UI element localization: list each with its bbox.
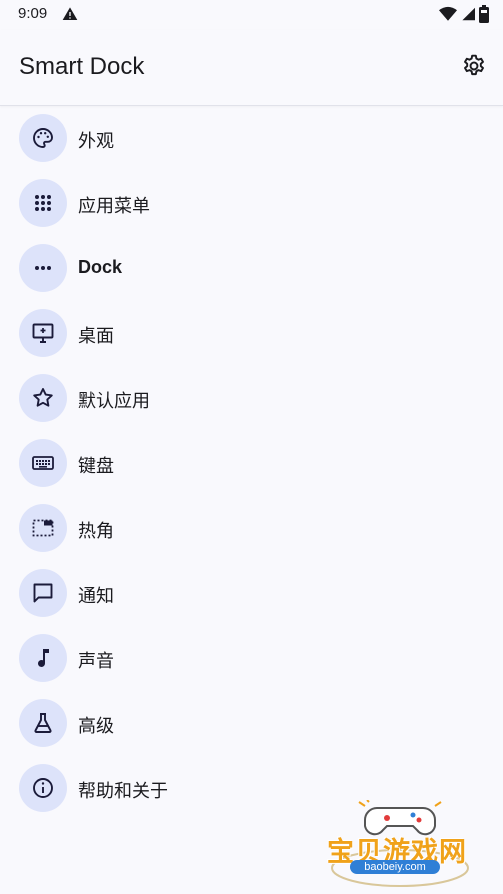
status-bar: 9:09 xyxy=(0,0,503,30)
menu-item-label: 声音 xyxy=(78,651,114,672)
menu-item-label: 通知 xyxy=(78,586,114,607)
warning-icon xyxy=(62,7,78,20)
menu-item-label: 帮助和关于 xyxy=(78,781,168,802)
menu-item-label: 默认应用 xyxy=(78,391,150,412)
menu-item-label: 热角 xyxy=(78,521,114,542)
watermark-url: baobeiy.com xyxy=(350,860,440,874)
menu-item-keyboard[interactable]: 键盘 xyxy=(0,431,503,495)
message-icon xyxy=(33,583,53,603)
menu-item-desktop[interactable]: 桌面 xyxy=(0,301,503,365)
status-icons xyxy=(439,5,489,23)
hot-corner-icon xyxy=(32,519,54,537)
more-horizontal-icon xyxy=(35,266,51,270)
keyboard-icon xyxy=(32,456,54,470)
menu-item-default-apps[interactable]: 默认应用 xyxy=(0,366,503,430)
palette-icon xyxy=(33,128,53,148)
menu-item-app-menu[interactable]: 应用菜单 xyxy=(0,171,503,235)
app-bar: Smart Dock xyxy=(0,30,503,106)
status-time: 9:09 xyxy=(18,5,48,22)
menu-item-sound[interactable]: 声音 xyxy=(0,626,503,690)
menu-item-label: Dock xyxy=(78,257,123,277)
signal-icon xyxy=(462,7,475,21)
menu-item-label: 应用菜单 xyxy=(78,196,150,217)
menu-item-notifications[interactable]: 通知 xyxy=(0,561,503,625)
menu-item-advanced[interactable]: 高级 xyxy=(0,691,503,755)
app-title: Smart Dock xyxy=(19,53,145,80)
menu-item-appearance[interactable]: 外观 xyxy=(0,106,503,170)
menu-item-label: 键盘 xyxy=(78,456,114,477)
menu-item-label: 外观 xyxy=(78,131,114,152)
menu-item-label: 桌面 xyxy=(78,326,114,347)
menu-item-hot-corners[interactable]: 热角 xyxy=(0,496,503,560)
apps-grid-icon xyxy=(35,195,51,211)
battery-icon xyxy=(479,5,489,23)
flask-icon xyxy=(34,713,52,733)
watermark: 宝贝游戏网 baobeiy.com xyxy=(325,800,475,888)
music-note-icon xyxy=(38,649,49,667)
menu-item-label: 高级 xyxy=(78,716,114,737)
settings-button[interactable] xyxy=(460,52,488,80)
info-icon xyxy=(33,778,53,798)
wifi-icon xyxy=(439,6,457,21)
desktop-icon xyxy=(32,323,54,343)
gear-icon xyxy=(464,54,484,76)
menu-item-dock[interactable]: Dock xyxy=(0,236,503,300)
star-icon xyxy=(33,388,53,407)
